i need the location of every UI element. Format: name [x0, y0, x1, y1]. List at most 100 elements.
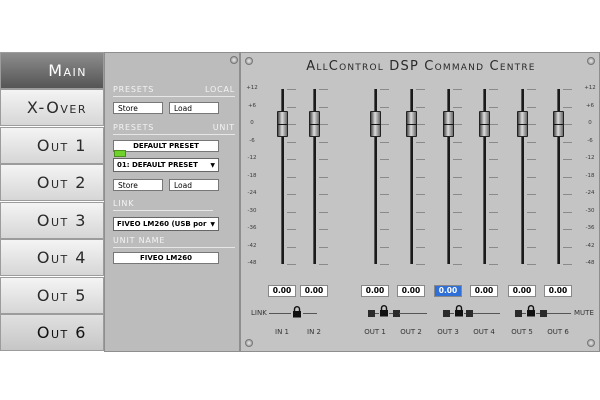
scale-label: -36	[585, 225, 595, 231]
output-2-gain-value[interactable]: 0.00	[397, 285, 425, 297]
fader-tick	[380, 194, 389, 195]
output-5-fader-knob[interactable]	[517, 111, 528, 137]
output-3-fader-knob[interactable]	[443, 111, 454, 137]
fader-tick	[380, 124, 389, 125]
fader-tick	[287, 264, 296, 265]
fader-tick	[453, 107, 462, 108]
presets-local-title: Presets	[113, 85, 155, 94]
mute-toggle[interactable]	[540, 310, 547, 317]
fader-tick	[489, 264, 498, 265]
fader-tick	[563, 194, 572, 195]
tab-main[interactable]: Main	[0, 52, 104, 89]
mute-toggle[interactable]	[515, 310, 522, 317]
output-2-fader-knob[interactable]	[406, 111, 417, 137]
unit-name-input[interactable]: FIVEO LM260	[113, 252, 219, 264]
screw-icon	[245, 339, 253, 347]
output-5-label: OUT 5	[511, 328, 533, 336]
output-1-label: OUT 1	[364, 328, 386, 336]
fader-tick	[380, 247, 389, 248]
fader-tick	[287, 194, 296, 195]
lock-icon[interactable]	[379, 305, 389, 317]
fader-tick	[489, 124, 498, 125]
output-6-fader-knob[interactable]	[553, 111, 564, 137]
tab-out-1[interactable]: Out 1	[0, 127, 104, 164]
scale-label: -12	[247, 155, 257, 161]
output-1-gain-value[interactable]: 0.00	[361, 285, 389, 297]
tab-out-4[interactable]: Out 4	[0, 239, 104, 276]
fader-tick	[527, 107, 536, 108]
local-load-button[interactable]: Load	[169, 102, 219, 114]
link-device-select[interactable]: FIVEO LM260 (USB por ▼	[113, 217, 219, 231]
tab-x-over[interactable]: X-Over	[0, 89, 104, 126]
unit-preset-select[interactable]: 01: DEFAULT PRESET ▼	[113, 158, 219, 172]
mute-toggle[interactable]	[368, 310, 375, 317]
fader-tick	[319, 229, 328, 230]
fader-tick	[563, 212, 572, 213]
unit-name-header: Unit Name	[113, 236, 235, 248]
fader-tick	[527, 264, 536, 265]
link-header: Link	[113, 199, 213, 211]
local-store-button[interactable]: Store	[113, 102, 163, 114]
screw-icon	[230, 56, 238, 64]
unit-load-button[interactable]: Load	[169, 179, 219, 191]
link-line	[473, 313, 500, 314]
fader-tick	[489, 247, 498, 248]
fader-tick	[489, 159, 498, 160]
fader-tick	[416, 229, 425, 230]
fader-tick	[527, 212, 536, 213]
scale-label: -6	[249, 137, 255, 144]
scale-label: +6	[585, 102, 595, 109]
link-line	[303, 313, 317, 314]
mixer-panel: AllControl DSP Command Centre +12 +12 +6 +6…	[240, 52, 600, 352]
fader-tick	[319, 159, 328, 160]
fader-tick	[319, 247, 328, 248]
output-4-gain-value[interactable]: 0.00	[470, 285, 498, 297]
mute-toggle[interactable]	[443, 310, 450, 317]
input-2-gain-value[interactable]: 0.00	[300, 285, 328, 297]
output-6-gain-value[interactable]: 0.00	[544, 285, 572, 297]
input-1-fader-knob[interactable]	[277, 111, 288, 137]
fader-tick	[453, 89, 462, 90]
output-5-gain-value[interactable]: 0.00	[508, 285, 536, 297]
mute-toggle[interactable]	[466, 310, 473, 317]
fader-tick	[416, 177, 425, 178]
lock-icon[interactable]	[526, 305, 536, 317]
fader-tick	[380, 107, 389, 108]
output-1-fader-knob[interactable]	[370, 111, 381, 137]
tab-out-5[interactable]: Out 5	[0, 277, 104, 314]
link-label: LINK	[251, 309, 267, 317]
output-4-fader-knob[interactable]	[479, 111, 490, 137]
fader-tick	[319, 264, 328, 265]
fader-tick	[453, 177, 462, 178]
scale-label: -48	[585, 260, 595, 266]
fader-tick	[319, 194, 328, 195]
fader-tick	[563, 142, 572, 143]
tab-out-2[interactable]: Out 2	[0, 164, 104, 201]
tab-out-3[interactable]: Out 3	[0, 202, 104, 239]
fader-tick	[527, 229, 536, 230]
scale-label: -42	[247, 242, 257, 249]
fader-tick	[453, 159, 462, 160]
output-3-gain-value[interactable]: 0.00	[434, 285, 462, 297]
presets-local-qualifier: Local	[205, 85, 235, 94]
unit-preset-select-value: 01: DEFAULT PRESET	[117, 161, 198, 169]
fader-tick	[489, 177, 498, 178]
lock-icon[interactable]	[454, 305, 464, 317]
link-title: Link	[113, 199, 135, 208]
link-status-led	[114, 150, 126, 157]
output-6-label: OUT 6	[547, 328, 569, 336]
fader-tick	[453, 212, 462, 213]
lock-icon[interactable]	[292, 306, 302, 318]
fader-tick	[489, 229, 498, 230]
fader-tick	[380, 159, 389, 160]
tab-out-6[interactable]: Out 6	[0, 314, 104, 351]
fader-tick	[416, 247, 425, 248]
mute-label: MUTE	[574, 309, 594, 317]
fader-tick	[287, 159, 296, 160]
fader-tick	[453, 247, 462, 248]
input-1-gain-value[interactable]: 0.00	[268, 285, 296, 297]
fader-tick	[319, 89, 328, 90]
input-2-fader-knob[interactable]	[309, 111, 320, 137]
unit-store-button[interactable]: Store	[113, 179, 163, 191]
fader-tick	[453, 229, 462, 230]
